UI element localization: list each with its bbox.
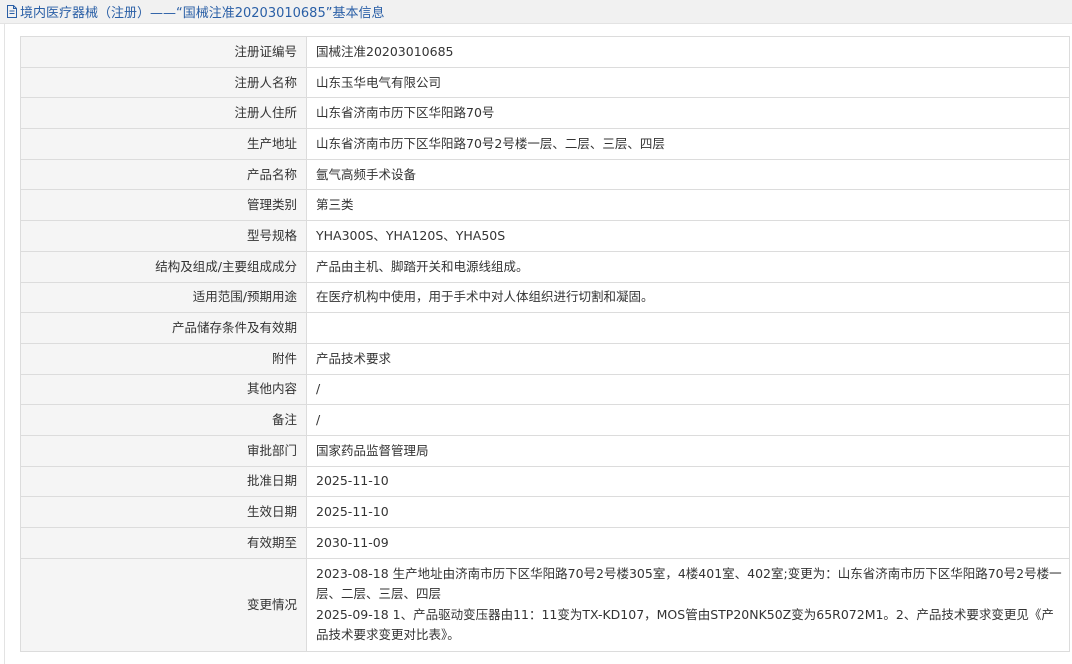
field-label: 批准日期	[20, 465, 307, 498]
registration-info-table: 注册证编号 国械注准20203010685 注册人名称 山东玉华电气有限公司 注…	[20, 36, 1070, 652]
change-entry: 2023-08-18 生产地址由济南市历下区华阳路70号2号楼305室，4楼40…	[316, 565, 1062, 602]
field-label: 其他内容	[20, 373, 307, 406]
field-label: 注册人名称	[20, 66, 307, 99]
field-label: 型号规格	[20, 220, 307, 252]
field-label: 有效期至	[20, 527, 307, 559]
table-row: 型号规格 YHA300S、YHA120S、YHA50S	[20, 220, 1070, 252]
table-row: 产品储存条件及有效期	[20, 312, 1070, 344]
field-value: YHA300S、YHA120S、YHA50S	[306, 220, 1070, 252]
field-label: 附件	[20, 342, 307, 375]
document-icon	[7, 5, 17, 18]
field-value: 氩气高频手术设备	[306, 158, 1070, 191]
table-row: 有效期至 2030-11-09	[20, 527, 1070, 559]
table-row: 生效日期 2025-11-10	[20, 496, 1070, 528]
field-label: 变更情况	[20, 557, 307, 652]
field-label: 管理类别	[20, 189, 307, 222]
field-label: 产品储存条件及有效期	[20, 312, 307, 344]
field-value: 2025-11-10	[306, 465, 1070, 498]
table-row-changes: 变更情况 2023-08-18 生产地址由济南市历下区华阳路70号2号楼305室…	[20, 557, 1070, 652]
field-value: 产品由主机、脚踏开关和电源线组成。	[306, 250, 1070, 283]
table-row: 附件 产品技术要求	[20, 342, 1070, 375]
table-row: 管理类别 第三类	[20, 189, 1070, 222]
field-label: 产品名称	[20, 158, 307, 191]
field-value: 国械注准20203010685	[306, 36, 1070, 68]
field-label: 注册人住所	[20, 97, 307, 130]
field-value: 2030-11-09	[306, 527, 1070, 559]
table-row: 审批部门 国家药品监督管理局	[20, 434, 1070, 467]
table-row: 结构及组成/主要组成成分 产品由主机、脚踏开关和电源线组成。	[20, 250, 1070, 283]
field-value	[306, 312, 1070, 344]
field-label: 审批部门	[20, 434, 307, 467]
field-value: /	[306, 404, 1070, 436]
table-row: 注册证编号 国械注准20203010685	[20, 36, 1070, 68]
field-label: 适用范围/预期用途	[20, 281, 307, 314]
field-value: 山东省济南市历下区华阳路70号	[306, 97, 1070, 130]
field-value: 第三类	[306, 189, 1070, 222]
field-value: /	[306, 373, 1070, 406]
field-value: 2025-11-10	[306, 496, 1070, 528]
table-row: 生产地址 山东省济南市历下区华阳路70号2号楼一层、二层、三层、四层	[20, 128, 1070, 160]
table-row: 注册人名称 山东玉华电气有限公司	[20, 66, 1070, 99]
change-entry: 2025-09-18 1、产品驱动变压器由11：11变为TX-KD107，MOS…	[316, 606, 1054, 643]
change-history: 2023-08-18 生产地址由济南市历下区华阳路70号2号楼305室，4楼40…	[306, 557, 1070, 652]
field-label: 结构及组成/主要组成成分	[20, 250, 307, 283]
table-row: 产品名称 氩气高频手术设备	[20, 158, 1070, 191]
field-value: 国家药品监督管理局	[306, 434, 1070, 467]
page-title: 境内医疗器械（注册）——“国械注准20203010685”基本信息	[20, 6, 385, 21]
table-row: 其他内容 /	[20, 373, 1070, 406]
table-row: 批准日期 2025-11-10	[20, 465, 1070, 498]
field-label: 备注	[20, 404, 307, 436]
field-value: 山东玉华电气有限公司	[306, 66, 1070, 99]
field-label: 生产地址	[20, 128, 307, 160]
field-value: 产品技术要求	[306, 342, 1070, 375]
field-label: 注册证编号	[20, 36, 307, 68]
field-value: 山东省济南市历下区华阳路70号2号楼一层、二层、三层、四层	[306, 128, 1070, 160]
table-row: 备注 /	[20, 404, 1070, 436]
field-label: 生效日期	[20, 496, 307, 528]
table-row: 适用范围/预期用途 在医疗机构中使用，用于手术中对人体组织进行切割和凝固。	[20, 281, 1070, 314]
table-row: 注册人住所 山东省济南市历下区华阳路70号	[20, 97, 1070, 130]
field-value: 在医疗机构中使用，用于手术中对人体组织进行切割和凝固。	[306, 281, 1070, 314]
page-header: 境内医疗器械（注册）——“国械注准20203010685”基本信息	[0, 0, 1072, 24]
